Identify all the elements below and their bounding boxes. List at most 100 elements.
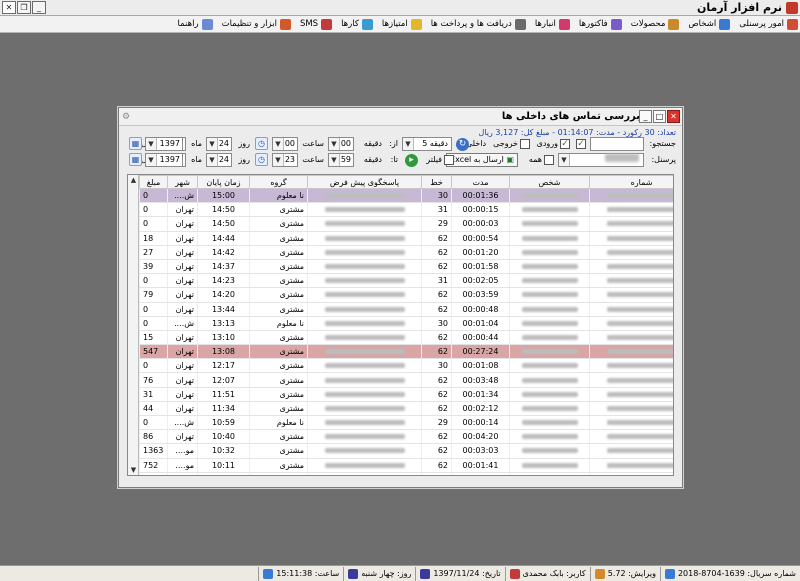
menu-item-label: امتیازها <box>381 19 408 29</box>
table-row[interactable]: 10500:01:5862مشتری14:37تهران39 <box>139 259 673 275</box>
column-header[interactable]: گروه <box>249 175 308 189</box>
table-row[interactable]: 10500:00:1531مشتری14:50تهران0 <box>139 202 673 218</box>
table-row[interactable]: 10500:27:2462مشتری13:08تهران547 <box>139 344 673 360</box>
table-row[interactable]: 10500:03:5962مشتری14:20تهران79 <box>139 287 673 303</box>
clock-icon <box>263 568 274 579</box>
scroll-down-icon[interactable]: ▼ <box>128 465 139 475</box>
table-row[interactable]: 10500:02:0531مشتری14:23تهران0 <box>139 273 673 289</box>
menu-item-label: اشخاص <box>688 19 717 29</box>
search-checkbox[interactable]: ✓ <box>576 139 586 149</box>
dialog-title: بررسی تماس های داخلی ها <box>501 111 640 122</box>
cell-city: تهران <box>167 472 198 475</box>
column-header[interactable]: شهر <box>167 175 198 189</box>
cell-city: تهران <box>167 245 198 260</box>
menu-item-6[interactable]: امتیازها <box>381 18 422 30</box>
grid-scrollbar[interactable]: ▲ ▼ <box>128 175 139 475</box>
search-input[interactable] <box>590 137 644 151</box>
table-row[interactable]: 10500:01:0430نا معلوم13:13ش....0 <box>139 316 673 331</box>
menu-item-9[interactable]: ابزار و تنظیمات <box>222 18 291 30</box>
redacted-text <box>324 320 405 326</box>
app-minimize-button[interactable]: _ <box>32 1 46 14</box>
to-hour-select[interactable]: ▼ 23 <box>272 153 298 167</box>
menu-item-1[interactable]: اشخاص <box>688 18 731 30</box>
personnel-select[interactable]: ▼ <box>558 153 644 167</box>
column-header[interactable]: پاسخگوی پیش فرض <box>307 175 422 189</box>
table-row[interactable]: 10500:04:2062مشتری10:40تهران86 <box>139 429 673 445</box>
go-icon[interactable]: ▸ <box>405 154 418 167</box>
redacted-text <box>324 193 405 199</box>
cell-person <box>509 273 590 289</box>
column-header[interactable]: زمان پایان <box>197 175 250 189</box>
from-calendar-icon[interactable]: ▦ <box>129 137 142 150</box>
incoming-checkbox[interactable]: ✓ <box>560 139 570 149</box>
redacted-text <box>521 334 578 340</box>
cell-city: ش.... <box>167 415 198 431</box>
table-row[interactable]: 10500:00:5462مشتری14:44تهران18 <box>139 231 673 246</box>
table-row[interactable]: 10500:00:0329مشتری14:50تهران0 <box>139 216 673 232</box>
dialog-minimize-button[interactable]: _ <box>639 110 652 123</box>
table-row[interactable]: 10500:01:1430مشتری09:52تهران0 <box>139 472 673 475</box>
to-calendar-icon[interactable]: ▦ <box>129 153 142 166</box>
from-clock-icon[interactable]: ◷ <box>255 137 268 150</box>
menu-item-0[interactable]: امور پرسنلی <box>739 18 798 30</box>
dialog-maximize-button[interactable]: □ <box>653 110 666 123</box>
redacted-text <box>324 207 405 213</box>
from-day-select[interactable]: ▼ 24 <box>206 137 232 151</box>
redacted-text <box>324 391 405 397</box>
from-year-select[interactable]: ▼ 1397 <box>145 137 183 151</box>
cell-person <box>509 344 590 360</box>
to-year-select[interactable]: ▼ 1397 <box>145 153 183 167</box>
table-row[interactable]: 10500:00:4462مشتری13:10تهران15 <box>139 330 673 346</box>
status-item-1: ویرایش: 5.72 <box>589 566 660 581</box>
outgoing-label: خروجی <box>493 139 518 148</box>
excel-export-button[interactable]: ▣ ارسال به Excel <box>446 153 518 167</box>
table-row[interactable]: 10500:00:4862مشتری13:44تهران0 <box>139 302 673 317</box>
cell-group: مشتری <box>249 259 308 275</box>
menu-item-8[interactable]: SMS <box>300 18 333 30</box>
dialog-close-button[interactable]: ✕ <box>667 110 680 123</box>
column-header[interactable]: مبلغ <box>139 175 168 189</box>
cell-duration: 00:00:54 <box>451 231 510 246</box>
app-restore-button[interactable]: ❐ <box>17 1 31 14</box>
table-row[interactable]: 10500:03:0362مشتری10:32مو....1363 <box>139 443 673 459</box>
cell-end-time: 14:42 <box>197 245 250 260</box>
table-row[interactable]: 10500:01:3630نا معلوم15:00ش....0 <box>139 188 673 204</box>
table-row[interactable]: 10500:02:1262مشتری11:34تهران44 <box>139 401 673 417</box>
table-row[interactable]: 10500:03:4862مشتری12:07تهران76 <box>139 372 673 388</box>
column-header[interactable]: شماره <box>589 175 673 189</box>
to-day-select[interactable]: ▼ 24 <box>206 153 232 167</box>
table-row[interactable]: 10500:01:2062مشتری14:42تهران27 <box>139 245 673 260</box>
from-hour-select[interactable]: ▼ 00 <box>272 137 298 151</box>
scroll-up-icon[interactable]: ▲ <box>128 175 139 185</box>
interval-select[interactable]: ▼ 5 دقیقه <box>402 137 452 151</box>
refresh-icon[interactable]: ↻ <box>456 138 469 151</box>
cell-group: مشتری <box>249 231 308 246</box>
to-clock-icon[interactable]: ◷ <box>255 153 268 166</box>
all-checkbox[interactable] <box>544 155 554 165</box>
from-minute-select[interactable]: ▼ 00 <box>328 137 354 151</box>
column-header[interactable]: خط <box>421 175 452 189</box>
outgoing-checkbox[interactable] <box>520 139 530 149</box>
menu-item-5[interactable]: دریافت ها و پرداخت ها <box>431 18 526 30</box>
cell-duration: 00:02:05 <box>451 273 510 289</box>
status-label: تاریخ: 1397/11/24 <box>433 569 501 578</box>
menu-item-2[interactable]: محصولات <box>631 18 680 30</box>
column-header[interactable]: مدت <box>451 175 510 189</box>
column-header[interactable]: شخص <box>509 175 590 189</box>
cell-default-responder <box>307 202 422 218</box>
menu-item-10[interactable]: راهنما <box>178 18 213 30</box>
menu-item-3[interactable]: فاکتورها <box>579 18 622 30</box>
search-label: جستجو: <box>649 139 677 148</box>
to-minute-select[interactable]: ▼ 59 <box>328 153 354 167</box>
menu-item-4[interactable]: انبارها <box>535 18 570 30</box>
redacted-text <box>324 278 405 284</box>
cell-default-responder <box>307 316 422 331</box>
cell-person <box>509 259 590 275</box>
table-row[interactable]: 10500:01:0830مشتری12:17تهران0 <box>139 358 673 374</box>
table-row[interactable]: 10500:01:4162مشتری10:11مو....752 <box>139 458 673 473</box>
table-row[interactable]: 10500:01:3462مشتری11:51تهران31 <box>139 387 673 402</box>
table-row[interactable]: 10500:00:1429نا معلوم10:59ش....0 <box>139 415 673 431</box>
filter-checkbox[interactable] <box>444 155 454 165</box>
menu-item-7[interactable]: کارها <box>341 18 373 30</box>
app-close-button[interactable]: ✕ <box>2 1 16 14</box>
